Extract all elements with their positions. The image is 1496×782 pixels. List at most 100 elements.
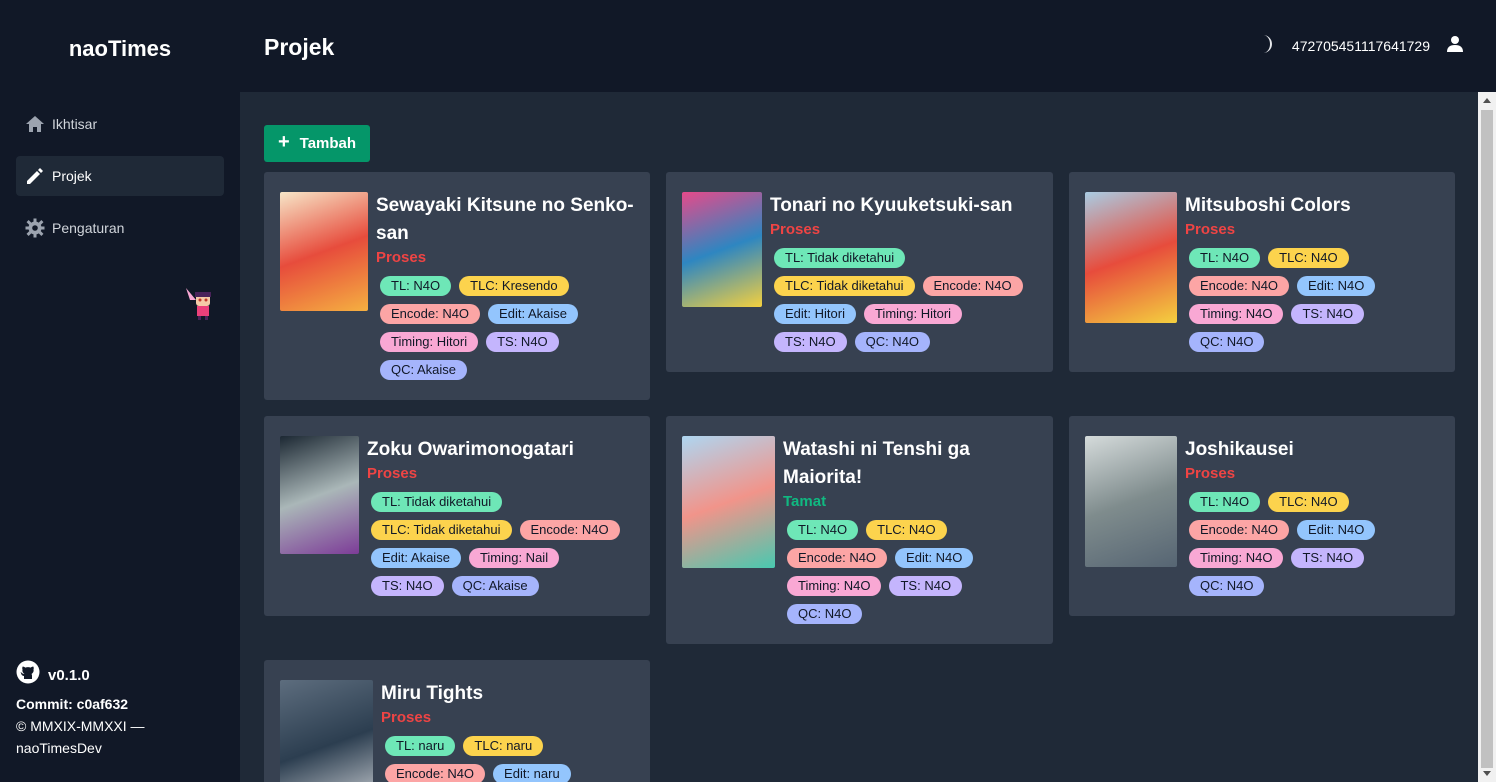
copyright-text: © MMXIX-MMXXI — [16, 718, 145, 734]
project-title[interactable]: Mitsuboshi Colors [1185, 192, 1439, 220]
project-info: Sewayaki Kitsune no Senko-san Proses TL: N… [376, 192, 634, 380]
project-title[interactable]: Zoku Owarimonogatari [367, 436, 634, 464]
project-title[interactable]: Sewayaki Kitsune no Senko-san [376, 192, 634, 248]
github-icon[interactable] [16, 660, 48, 691]
staff-tag-ts: TS: N4O [1291, 304, 1365, 324]
brand-title[interactable]: naoTimes [0, 36, 240, 62]
sidebar-footer: v0.1.0 Commit: c0af632 © MMXIX-MMXXI — n… [16, 660, 226, 759]
pencil-icon [24, 165, 46, 187]
project-status: Proses [376, 249, 427, 266]
project-info: Joshikausei Proses TL: N4O TLC: N4O Encode: … [1185, 436, 1439, 596]
staff-tag-tl: TL: Tidak diketahui [774, 248, 906, 268]
staff-tags: TL: N4O TLC: N4O Encode: N4O Edit: N4O Timin… [1185, 488, 1439, 600]
sidebar: naoTimes Ikhtisar Projek Pengaturan v0.1… [0, 0, 240, 782]
mascot-icon [186, 288, 216, 320]
staff-tag-qc: QC: N4O [854, 332, 931, 352]
project-card[interactable]: Tonari no Kyuuketsuki-san Proses TL: Tidak… [666, 172, 1053, 372]
staff-tag-ts: TS: N4O [486, 332, 559, 352]
project-card[interactable]: Zoku Owarimonogatari Proses TL: Tidak dike… [264, 416, 650, 616]
project-status: Tamat [783, 493, 827, 510]
project-poster[interactable] [682, 192, 762, 307]
header-actions: 472705451117641729 [1256, 34, 1464, 57]
project-card[interactable]: Miru Tights Proses TL: naru TLC: naru Encode… [264, 660, 650, 782]
project-poster[interactable] [1085, 436, 1177, 567]
project-title[interactable]: Tonari no Kyuuketsuki-san [770, 192, 1037, 220]
project-status: Proses [1185, 221, 1236, 238]
project-poster[interactable] [280, 436, 359, 554]
staff-tag-timing: Timing: Hitori [380, 332, 479, 352]
sidebar-item-ikhtisar[interactable]: Ikhtisar [16, 104, 224, 144]
staff-tag-tlc: TLC: N4O [1268, 248, 1349, 268]
scroll-down-icon[interactable] [1483, 771, 1491, 776]
author-text[interactable]: naoTimesDev [16, 737, 226, 759]
staff-tag-enc: Encode: N4O [787, 548, 888, 568]
staff-tag-enc: Encode: N4O [519, 520, 620, 540]
staff-tag-enc: Encode: N4O [380, 304, 481, 324]
project-status: Proses [367, 465, 418, 482]
add-project-button[interactable]: + Tambah [264, 125, 370, 162]
staff-tag-edit: Edit: Hitori [774, 304, 856, 324]
staff-tag-qc: QC: Akaise [451, 576, 539, 596]
staff-tag-tl: TL: naru [385, 736, 456, 756]
staff-tag-tlc: TLC: Kresendo [459, 276, 569, 296]
project-poster[interactable] [682, 436, 775, 568]
staff-tag-timing: Timing: Nail [468, 548, 560, 568]
project-poster[interactable] [280, 680, 373, 782]
staff-tags: TL: N4O TLC: N4O Encode: N4O Edit: N4O Timin… [1185, 244, 1439, 356]
project-status: Proses [770, 221, 821, 238]
staff-tag-edit: Edit: Akaise [371, 548, 461, 568]
staff-tag-timing: Timing: N4O [787, 576, 882, 596]
staff-tag-qc: QC: N4O [1189, 576, 1265, 596]
project-info: Mitsuboshi Colors Proses TL: N4O TLC: N4O En… [1185, 192, 1439, 352]
staff-tag-timing: Timing: N4O [1189, 304, 1284, 324]
staff-tag-timing: Timing: Hitori [863, 304, 963, 324]
gear-icon [24, 217, 46, 239]
staff-tag-ts: TS: N4O [371, 576, 444, 596]
staff-tag-edit: Edit: N4O [895, 548, 974, 568]
project-poster[interactable] [1085, 192, 1177, 323]
project-poster[interactable] [280, 192, 368, 311]
staff-tags: TL: N4O TLC: Kresendo Encode: N4O Edit: Aka… [376, 272, 634, 384]
staff-tag-edit: Edit: N4O [1297, 276, 1376, 296]
project-info: Tonari no Kyuuketsuki-san Proses TL: Tidak… [770, 192, 1037, 352]
staff-tag-edit: Edit: Akaise [488, 304, 578, 324]
staff-tag-tl: TL: Tidak diketahui [371, 492, 503, 512]
staff-tag-tl: TL: N4O [787, 520, 859, 540]
staff-tag-enc: Encode: N4O [922, 276, 1023, 296]
staff-tag-tlc: TLC: N4O [1268, 492, 1349, 512]
sidebar-item-pengaturan[interactable]: Pengaturan [16, 208, 224, 248]
project-card[interactable]: Joshikausei Proses TL: N4O TLC: N4O Encode: … [1069, 416, 1455, 616]
user-icon[interactable] [1446, 35, 1464, 56]
staff-tag-enc: Encode: N4O [1189, 276, 1290, 296]
vertical-scrollbar[interactable] [1478, 92, 1496, 782]
staff-tag-edit: Edit: naru [493, 764, 571, 782]
project-status: Proses [381, 709, 432, 726]
staff-tags: TL: naru TLC: naru Encode: N4O Edit: naru [381, 732, 634, 782]
plus-icon: + [277, 131, 290, 153]
staff-tag-qc: QC: Akaise [380, 360, 468, 380]
staff-tags: TL: Tidak diketahui TLC: Tidak diketahui E… [367, 488, 634, 600]
staff-tag-edit: Edit: N4O [1297, 520, 1376, 540]
project-title[interactable]: Joshikausei [1185, 436, 1439, 464]
staff-tag-tlc: TLC: Tidak diketahui [774, 276, 915, 296]
project-card[interactable]: Sewayaki Kitsune no Senko-san Proses TL: N… [264, 172, 650, 400]
staff-tag-tl: TL: N4O [1189, 248, 1261, 268]
project-info: Watashi ni Tenshi ga Maiorita! Tamat TL: N… [783, 436, 1037, 624]
scroll-thumb[interactable] [1481, 110, 1493, 768]
project-card[interactable]: Watashi ni Tenshi ga Maiorita! Tamat TL: N… [666, 416, 1053, 644]
staff-tag-qc: QC: N4O [1189, 332, 1265, 352]
moon-icon[interactable] [1256, 34, 1274, 57]
project-title[interactable]: Miru Tights [381, 680, 634, 708]
page-title: Projek [264, 34, 335, 60]
sidebar-nav: Ikhtisar Projek Pengaturan [16, 104, 224, 260]
commit-text[interactable]: Commit: c0af632 [16, 693, 226, 715]
scroll-up-icon[interactable] [1483, 98, 1491, 103]
version-text: v0.1.0 [48, 666, 90, 684]
sidebar-item-label: Pengaturan [52, 220, 125, 236]
staff-tag-enc: Encode: N4O [1189, 520, 1290, 540]
project-title[interactable]: Watashi ni Tenshi ga Maiorita! [783, 436, 1037, 492]
sidebar-item-label: Ikhtisar [52, 116, 98, 132]
sidebar-item-projek[interactable]: Projek [16, 156, 224, 196]
project-card[interactable]: Mitsuboshi Colors Proses TL: N4O TLC: N4O En… [1069, 172, 1455, 372]
project-info: Zoku Owarimonogatari Proses TL: Tidak dike… [367, 436, 634, 596]
